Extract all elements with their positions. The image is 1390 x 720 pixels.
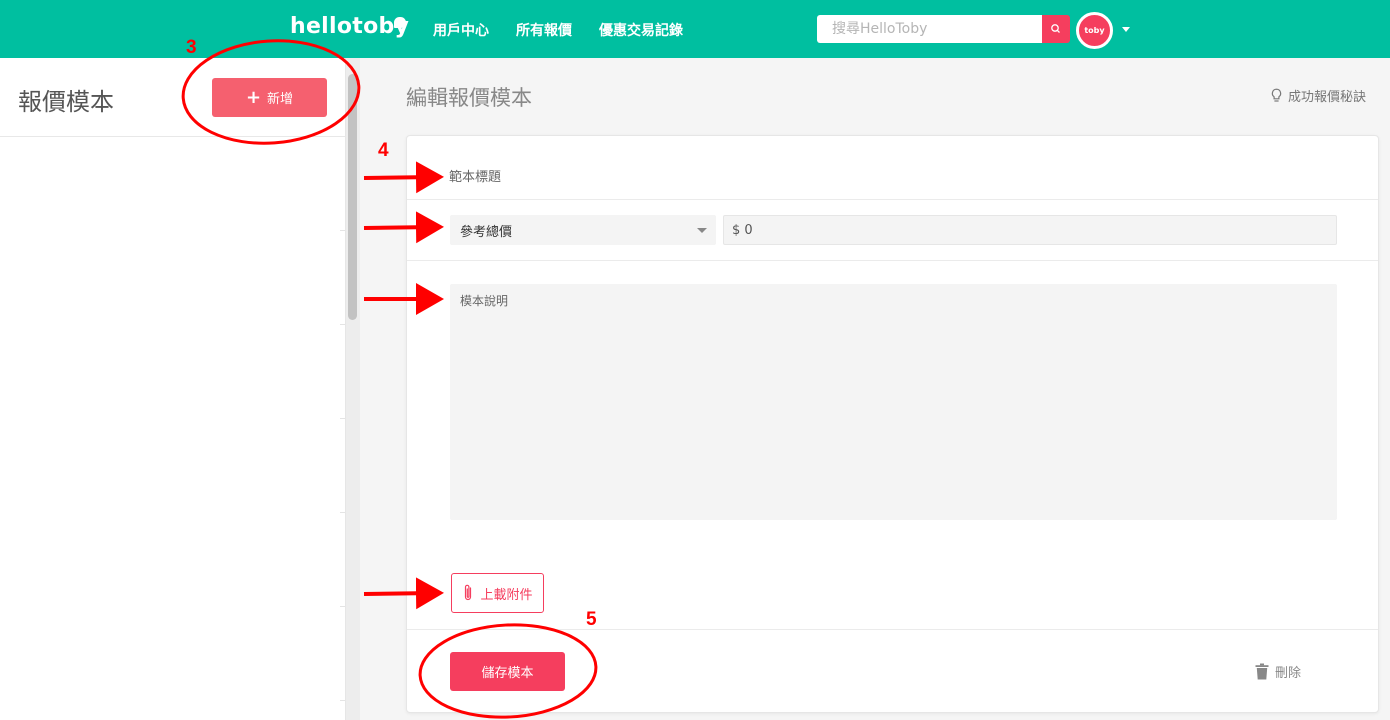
list-divider — [340, 230, 345, 231]
nav-user-center[interactable]: 用戶中心 — [433, 20, 489, 40]
add-template-label: 新增 — [267, 92, 294, 107]
add-template-button[interactable]: + 新增 — [212, 78, 327, 117]
price-type-value: 參考總價 — [460, 224, 513, 240]
list-divider — [340, 418, 345, 419]
delete-template-button[interactable]: 刪除 — [1255, 662, 1301, 681]
form-divider — [407, 629, 1378, 630]
quote-template-sidebar: 報價模本 + 新增 — [0, 58, 346, 720]
delete-template-label: 刪除 — [1275, 666, 1302, 681]
top-navbar: hellotoby 用戶中心 所有報價 優惠交易記錄 toby — [0, 0, 1390, 58]
page-title: 編輯報價模本 — [406, 86, 532, 110]
list-divider — [340, 700, 345, 701]
price-type-select[interactable]: 參考總價 — [450, 215, 716, 245]
upload-attachment-button[interactable]: 上載附件 — [451, 573, 544, 613]
search-input[interactable] — [817, 15, 1043, 43]
quote-tips-label: 成功報價秘訣 — [1288, 90, 1367, 105]
nav-deal-records[interactable]: 優惠交易記錄 — [599, 20, 683, 40]
template-description-textarea[interactable] — [450, 284, 1337, 520]
user-avatar[interactable]: toby — [1076, 12, 1113, 49]
trash-icon — [1255, 663, 1269, 680]
dropdown-arrow-icon — [697, 228, 707, 233]
sidebar-header: 報價模本 + 新增 — [0, 58, 345, 137]
form-divider — [407, 199, 1378, 200]
nav-all-quotes[interactable]: 所有報價 — [516, 20, 572, 40]
quote-tips-link[interactable]: 成功報價秘訣 — [1270, 86, 1366, 105]
template-title-input[interactable] — [449, 162, 1329, 192]
sidebar-scrollbar-thumb[interactable] — [348, 74, 357, 320]
list-divider — [340, 324, 345, 325]
logo-speech-bubble-icon — [394, 17, 406, 28]
list-divider — [340, 512, 345, 513]
save-template-button[interactable]: 儲存模本 — [450, 652, 565, 691]
paperclip-icon — [465, 584, 472, 601]
list-divider — [340, 606, 345, 607]
annotation-label: 5 — [586, 609, 597, 630]
template-edit-form: 參考總價 上載附件 儲存模本 刪除 — [406, 135, 1379, 713]
lightbulb-icon — [1271, 88, 1282, 102]
search-button[interactable] — [1042, 15, 1070, 43]
search-icon — [1051, 24, 1060, 33]
upload-attachment-label: 上載附件 — [480, 587, 533, 603]
price-input[interactable] — [723, 215, 1337, 245]
plus-icon: + — [245, 86, 262, 108]
form-divider — [407, 260, 1378, 261]
annotation-label: 3 — [186, 37, 197, 58]
annotation-label: 4 — [378, 140, 389, 161]
user-menu-caret-icon[interactable] — [1122, 27, 1130, 32]
hellotoby-logo[interactable]: hellotoby — [290, 14, 409, 39]
sidebar-title: 報價模本 — [18, 88, 114, 116]
